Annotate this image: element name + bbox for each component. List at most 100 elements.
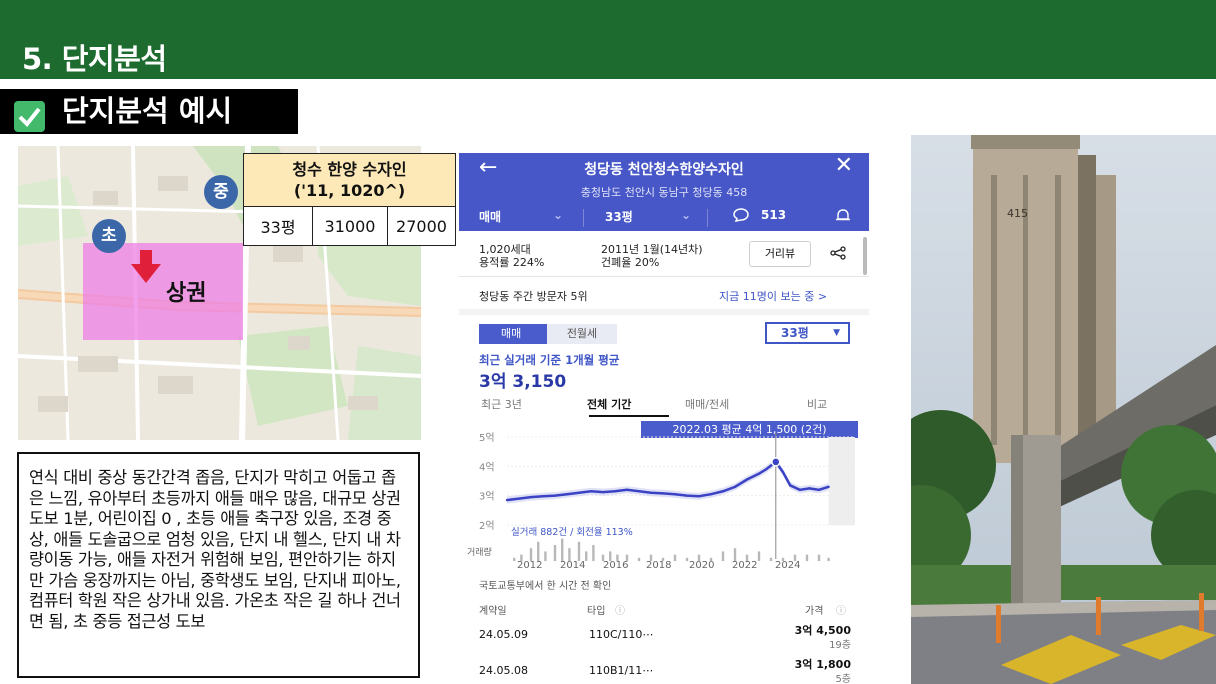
y-tick: 3억: [479, 491, 495, 503]
tab-sale-jeonse[interactable]: 매매/전세: [685, 396, 729, 412]
header-bar: 5. 단지분석: [0, 0, 1216, 79]
price-point: [757, 472, 761, 475]
middle-school-marker: 중: [204, 175, 238, 209]
x-tick: 2012: [517, 560, 543, 571]
col-date: 계약일: [479, 606, 507, 617]
x-tick: 2018: [646, 560, 672, 571]
y-tick: 4억: [479, 461, 495, 473]
comment-icon[interactable]: [733, 208, 749, 225]
x-tick: 2020: [689, 560, 715, 571]
svg-text:415: 415: [1007, 207, 1028, 220]
analysis-description: 연식 대비 중상 동간간격 좁음, 단지가 막히고 어둡고 좁은 느낌, 유아부…: [17, 452, 420, 678]
price-point: [553, 494, 557, 497]
bell-icon[interactable]: [835, 208, 851, 226]
sale-price-cell: 31000: [312, 206, 388, 246]
price-point: [808, 487, 811, 490]
price-point: [517, 497, 521, 500]
avg-price-label: 최근 실거래 기준 1개월 평균: [479, 353, 620, 367]
x-tick: 2022: [732, 560, 758, 571]
street-view-button[interactable]: 거리뷰: [749, 241, 811, 267]
price-point: [721, 490, 725, 493]
price-point: [685, 494, 689, 497]
size-dropdown[interactable]: 33평: [605, 208, 633, 225]
divider: [707, 209, 708, 227]
share-icon[interactable]: [829, 245, 847, 264]
col-price: 가격: [805, 606, 824, 617]
size-select-value: 33평: [781, 326, 809, 340]
complex-year-households: ('11, 1020^): [293, 181, 406, 200]
price-point: [789, 484, 792, 487]
complex-info-table: 청수 한양 수자인 ('11, 1020^) 33평 31000 27000: [243, 153, 456, 246]
price-point: [673, 493, 677, 496]
tab-recent-3y[interactable]: 최근 3년: [481, 396, 522, 412]
price-point: [613, 490, 617, 493]
size-select[interactable]: 33평 ▼: [765, 322, 850, 344]
chevron-down-icon: ⌄: [553, 208, 564, 222]
active-tab-underline: [589, 415, 669, 417]
price-point: [601, 490, 605, 494]
section-divider: [459, 309, 869, 315]
floor-area-ratio: 용적률 224%: [479, 256, 545, 269]
price-point: [565, 493, 569, 496]
y-tick: 5억: [479, 432, 495, 444]
deal-floor: 19층: [829, 640, 851, 651]
price-point: [765, 468, 768, 471]
price-point: [745, 478, 749, 481]
size-cell: 33평: [243, 206, 313, 246]
subtitle-label: 단지분석 예시: [62, 94, 233, 128]
x-axis: 2012 2014 2016 2018 2020 2022 2024: [459, 560, 869, 574]
deal-floor: 5층: [835, 674, 851, 684]
price-point: [649, 491, 653, 494]
sale-chart-tab[interactable]: 매매: [479, 324, 547, 344]
price-point: [781, 471, 785, 474]
deal-type: 110B1/11⋯: [589, 664, 654, 677]
price-point: [625, 488, 629, 491]
price-point: [697, 495, 701, 498]
close-icon[interactable]: ✕: [835, 153, 853, 178]
info-icon[interactable]: ⓘ: [836, 602, 846, 617]
scrollbar[interactable]: [863, 237, 867, 275]
volume-bar: [592, 545, 595, 561]
highlight-point: [771, 457, 781, 467]
divider: [459, 276, 869, 277]
x-tick: 2014: [560, 560, 586, 571]
divider: [583, 209, 584, 227]
deal-type-dropdown[interactable]: 매매: [479, 208, 501, 225]
price-point: [505, 498, 509, 502]
elementary-school-marker: 초: [92, 219, 126, 253]
watching-now-link[interactable]: 지금 11명이 보는 중 >: [719, 288, 827, 304]
chevron-down-icon: ⌄: [681, 208, 692, 222]
tab-compare[interactable]: 비교: [807, 396, 827, 412]
realestate-app-panel: ← 청당동 천안청수한양수자인 ✕ 충청남도 천안시 동남구 청당동 458 매…: [459, 153, 869, 684]
sale-chart-tab-label: 매매: [501, 327, 522, 340]
apartment-photo: 415: [911, 135, 1216, 684]
rent-chart-tab[interactable]: 전월세: [547, 324, 617, 344]
caret-down-icon: ▼: [833, 328, 840, 338]
section-title: 5. 단지분석: [22, 42, 167, 76]
price-point: [541, 495, 545, 498]
period-tabs: 최근 3년 전체 기간 매매/전세 비교: [459, 392, 869, 418]
info-icon[interactable]: ⓘ: [615, 602, 625, 617]
apartment-photo-graphic: 415: [911, 135, 1216, 684]
price-point: [529, 495, 533, 499]
building-coverage: 건폐율 20%: [601, 256, 660, 269]
x-tick: 2016: [603, 560, 629, 571]
price-point: [589, 490, 593, 493]
deal-date: 24.05.09: [479, 628, 528, 641]
app-header: ← 청당동 천안청수한양수자인 ✕ 충청남도 천안시 동남구 청당동 458 매…: [459, 153, 869, 231]
price-point: [817, 488, 821, 491]
price-point: [709, 493, 713, 496]
price-point: [798, 488, 801, 491]
data-source: 국토교통부에서 한 시간 전 확인: [479, 581, 612, 592]
col-type: 타입: [587, 606, 606, 617]
app-filter-bar: 매매 ⌄ 33평 ⌄ 513: [459, 205, 869, 231]
deal-type: 110C/110⋯: [589, 628, 654, 641]
comment-count: 513: [761, 208, 787, 222]
visitor-rank: 청당동 주간 방문자 5위: [479, 290, 588, 303]
jeonse-price-cell: 27000: [387, 206, 456, 246]
tab-all-period[interactable]: 전체 기간: [587, 396, 631, 412]
price-point: [827, 485, 830, 489]
complex-info-title: 청수 한양 수자인 ('11, 1020^): [243, 153, 456, 207]
price-point: [661, 492, 665, 495]
avg-price-value: 3억 3,150: [479, 372, 567, 392]
